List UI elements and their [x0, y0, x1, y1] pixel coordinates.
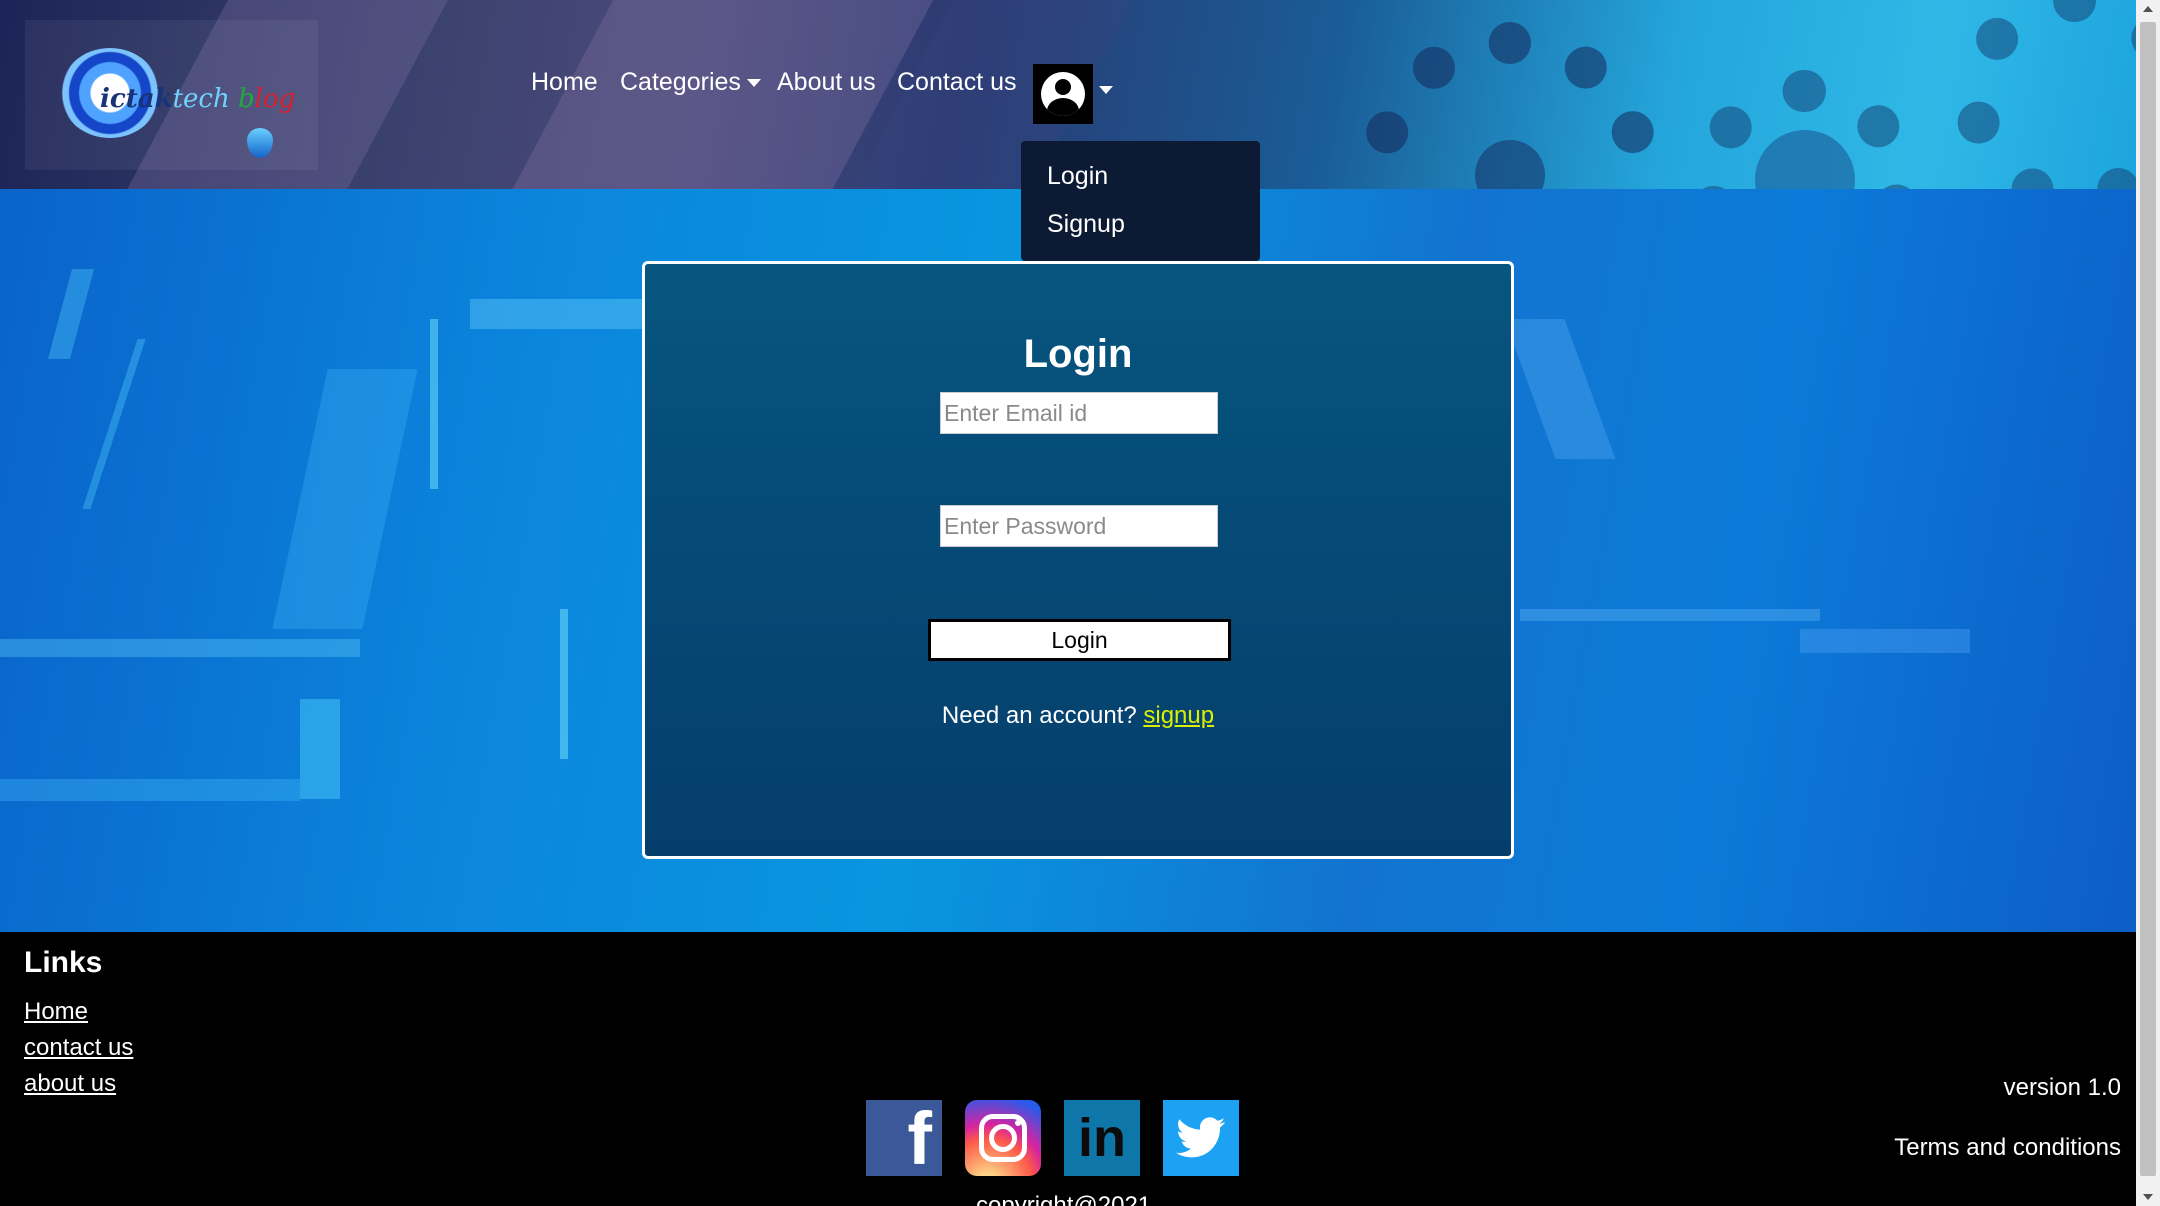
- email-field[interactable]: [940, 392, 1218, 434]
- logo-text: ictaktech blog: [100, 84, 296, 114]
- instagram-lens: [989, 1124, 1017, 1152]
- nav-categories-label: Categories: [620, 68, 741, 96]
- copyright-text: copyright@2021: [976, 1192, 1152, 1206]
- background-streak: [1504, 319, 1616, 459]
- terms-link[interactable]: Terms and conditions: [1894, 1134, 2121, 1162]
- facebook-icon[interactable]: f: [866, 1100, 942, 1176]
- twitter-bird-glyph: [1176, 1117, 1226, 1158]
- login-button[interactable]: Login: [928, 619, 1231, 661]
- footer-link-about[interactable]: about us: [24, 1070, 116, 1098]
- signup-link[interactable]: signup: [1143, 702, 1214, 729]
- background-streak: [300, 699, 340, 799]
- vertical-scrollbar[interactable]: [2136, 0, 2160, 1206]
- linkedin-icon[interactable]: in: [1064, 1100, 1140, 1176]
- page: ictaktech blog Home Categories About us …: [0, 0, 2136, 1206]
- facebook-f-glyph: f: [907, 1097, 932, 1180]
- user-menu-button[interactable]: [1033, 64, 1093, 124]
- login-card: Login Login Need an account? signup: [642, 261, 1514, 859]
- scroll-up-icon[interactable]: [2143, 6, 2153, 12]
- scroll-down-icon[interactable]: [2143, 1194, 2153, 1200]
- chevron-down-icon: [746, 79, 761, 88]
- dropdown-item-login[interactable]: Login: [1047, 162, 1108, 191]
- background-streak: [47, 269, 95, 359]
- nav-contact[interactable]: Contact us: [897, 68, 1017, 97]
- gear-icon: [1955, 0, 2136, 189]
- dropdown-item-signup[interactable]: Signup: [1047, 210, 1125, 239]
- need-account-text: Need an account? signup: [645, 702, 1511, 730]
- site-footer: Links Home contact us about us f in vers…: [0, 932, 2136, 1206]
- scrollbar-thumb[interactable]: [2140, 22, 2156, 1176]
- background-streak: [1800, 629, 1970, 653]
- background-streak: [1520, 609, 1820, 621]
- background-streak: [82, 339, 146, 509]
- login-title: Login: [1023, 332, 1133, 376]
- logo-drop-icon: [247, 128, 273, 158]
- user-dropdown-menu: Login Signup: [1021, 141, 1260, 261]
- background-streak: [560, 609, 568, 759]
- chevron-down-icon[interactable]: [1099, 86, 1113, 94]
- need-account-label: Need an account?: [941, 702, 1137, 729]
- user-head: [1055, 79, 1071, 95]
- background-streak: [470, 299, 670, 329]
- background-streak: [0, 639, 360, 657]
- nav-home[interactable]: Home: [531, 68, 598, 97]
- instagram-icon[interactable]: [965, 1100, 1041, 1176]
- twitter-icon[interactable]: [1163, 1100, 1239, 1176]
- password-field[interactable]: [940, 505, 1218, 547]
- linkedin-glyph: in: [1068, 1104, 1136, 1172]
- user-circle-icon: [1041, 72, 1085, 116]
- nav-about[interactable]: About us: [777, 68, 876, 97]
- background-streak: [430, 319, 438, 489]
- nav-categories[interactable]: Categories: [620, 68, 761, 97]
- main-content: Login Login Need an account? signup: [0, 189, 2136, 932]
- version-label: version 1.0: [2003, 1074, 2121, 1101]
- footer-link-home[interactable]: Home: [24, 998, 88, 1026]
- background-streak: [0, 779, 300, 801]
- background-streak: [272, 369, 418, 629]
- logo[interactable]: ictaktech blog: [25, 20, 318, 170]
- footer-links-title: Links: [24, 946, 103, 979]
- user-body: [1047, 98, 1079, 116]
- footer-link-contact[interactable]: contact us: [24, 1034, 133, 1062]
- instagram-dot: [1015, 1120, 1021, 1126]
